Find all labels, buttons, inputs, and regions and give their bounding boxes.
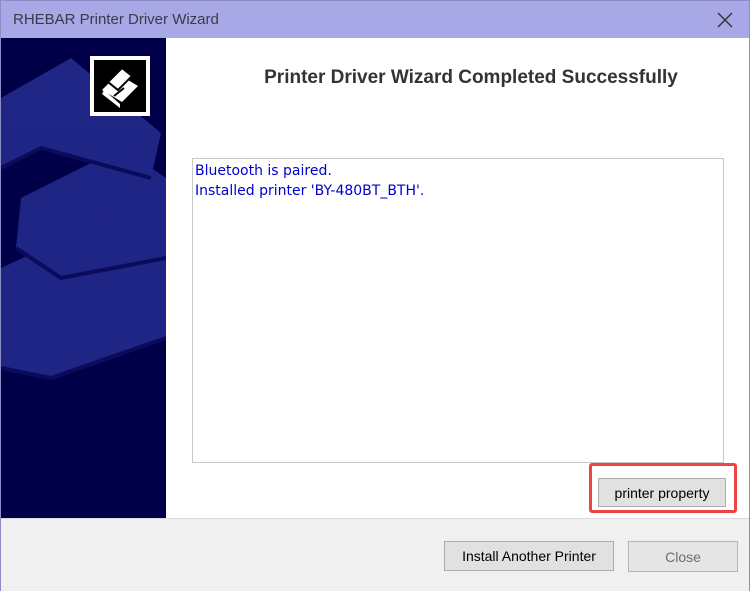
wizard-window: RHEBAR Printer Driver Wizard Printer Dri… xyxy=(0,0,750,591)
printer-logo-icon xyxy=(90,56,150,116)
footer-bar: Install Another Printer Close xyxy=(1,518,749,591)
window-title: RHEBAR Printer Driver Wizard xyxy=(13,11,219,28)
close-icon[interactable] xyxy=(707,5,743,35)
page-title: Printer Driver Wizard Completed Successf… xyxy=(264,67,678,88)
log-line: Bluetooth is paired. xyxy=(195,163,332,179)
install-another-printer-button[interactable]: Install Another Printer xyxy=(444,541,614,571)
title-bar[interactable]: RHEBAR Printer Driver Wizard xyxy=(1,1,749,38)
side-banner xyxy=(1,38,166,518)
log-line: Installed printer 'BY-480BT_BTH'. xyxy=(195,183,425,199)
install-log[interactable]: Bluetooth is paired. Installed printer '… xyxy=(192,158,724,463)
close-button[interactable]: Close xyxy=(628,541,738,572)
printer-property-button[interactable]: printer property xyxy=(598,478,726,507)
wizard-content: Printer Driver Wizard Completed Successf… xyxy=(1,38,749,518)
